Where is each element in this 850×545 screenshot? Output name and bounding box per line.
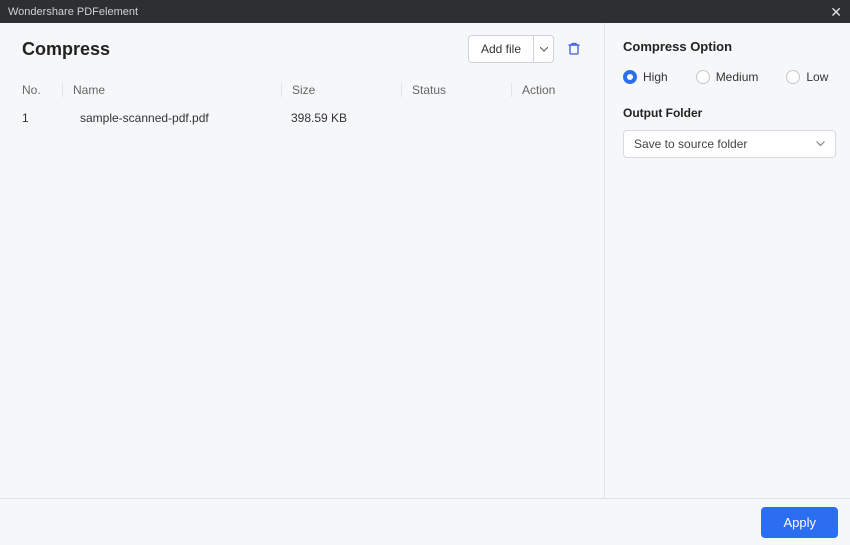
app-name: Wondershare PDFelement — [8, 6, 138, 18]
right-pane: Compress Option High Medium Low Output F… — [605, 23, 850, 498]
col-status-header: Status — [401, 83, 511, 97]
radio-low[interactable]: Low — [786, 70, 828, 84]
radio-high[interactable]: High — [623, 70, 668, 84]
radio-label-medium: Medium — [716, 70, 759, 84]
add-file-button[interactable]: Add file — [469, 36, 533, 62]
radio-indicator-high — [623, 70, 637, 84]
table-header: No. Name Size Status Action — [22, 77, 586, 103]
header-actions: Add file — [468, 35, 586, 63]
titlebar: Wondershare PDFelement ✕ — [0, 0, 850, 23]
row-action — [511, 111, 586, 125]
left-pane: Compress Add file No. Name Size Sta — [0, 23, 605, 498]
chevron-down-icon — [816, 141, 825, 147]
col-action-header: Action — [511, 83, 586, 97]
radio-label-high: High — [643, 70, 668, 84]
col-no-header: No. — [22, 83, 62, 97]
chevron-down-icon — [540, 47, 548, 52]
compress-option-title: Compress Option — [623, 39, 836, 54]
radio-label-low: Low — [806, 70, 828, 84]
radio-indicator-low — [786, 70, 800, 84]
footer: Apply — [0, 498, 850, 545]
row-no: 1 — [22, 111, 62, 125]
col-size-header: Size — [281, 83, 401, 97]
output-folder-title: Output Folder — [623, 106, 836, 120]
apply-button[interactable]: Apply — [761, 507, 838, 538]
trash-icon — [566, 41, 582, 57]
output-folder-select[interactable]: Save to source folder — [623, 130, 836, 158]
compress-level-group: High Medium Low — [623, 70, 836, 84]
delete-button[interactable] — [562, 37, 586, 61]
page-header: Compress Add file — [22, 35, 586, 63]
add-file-group: Add file — [468, 35, 554, 63]
row-name: sample-scanned-pdf.pdf — [62, 111, 281, 125]
row-status — [401, 111, 511, 125]
close-icon[interactable]: ✕ — [830, 5, 842, 19]
radio-indicator-medium — [696, 70, 710, 84]
workarea: Compress Add file No. Name Size Sta — [0, 23, 850, 498]
page-title: Compress — [22, 39, 110, 60]
add-file-dropdown[interactable] — [533, 36, 553, 62]
table-row: 1 sample-scanned-pdf.pdf 398.59 KB — [22, 103, 586, 133]
radio-medium[interactable]: Medium — [696, 70, 759, 84]
col-name-header: Name — [62, 83, 281, 97]
row-size: 398.59 KB — [281, 111, 401, 125]
output-folder-value: Save to source folder — [634, 137, 747, 151]
